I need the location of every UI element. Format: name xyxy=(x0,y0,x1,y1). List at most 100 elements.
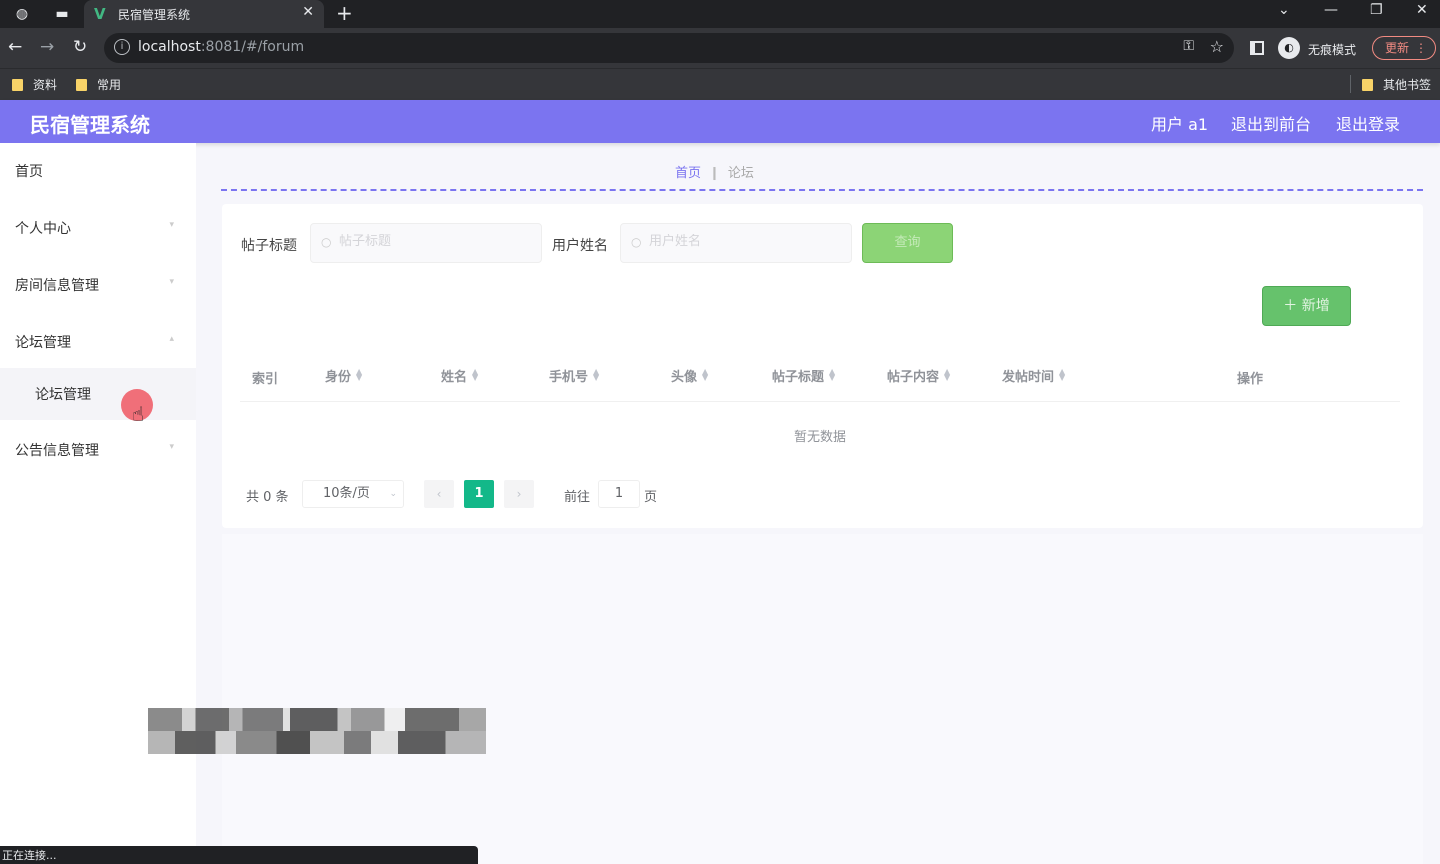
folder-icon xyxy=(1362,79,1373,91)
chevron-up-icon: ▴ xyxy=(169,334,174,344)
user-name: 用户 a1 xyxy=(1151,115,1209,134)
title-label: 帖子标题 xyxy=(241,238,297,254)
hand-cursor-icon: ☝ xyxy=(132,402,145,426)
bookmark-folder[interactable]: 资料 xyxy=(12,76,57,93)
column-header-sortable[interactable]: 姓名 ▲ ▼ xyxy=(441,366,479,386)
goto-label: 前往 xyxy=(564,490,591,505)
other-bookmarks[interactable]: 其他书签 xyxy=(1362,76,1431,93)
sidebar-item-label: 公告信息管理 xyxy=(15,443,99,459)
sidebar-item-notices[interactable]: 公告信息管理 ▾ xyxy=(0,422,196,478)
prev-page-button[interactable]: ‹ xyxy=(424,480,454,508)
mosaic-watermark xyxy=(148,708,486,754)
goto-page-input[interactable]: 1 xyxy=(598,480,640,508)
more-icon: ⋮ xyxy=(1415,41,1427,55)
chevron-down-icon: ▾ xyxy=(169,442,174,452)
column-header-sortable[interactable]: 帖子内容 ▲ ▼ xyxy=(887,366,951,386)
window-close-icon[interactable]: ✕ xyxy=(1416,2,1428,18)
update-label: 更新 xyxy=(1385,41,1410,55)
column-header-sortable[interactable]: 身份 ▲ ▼ xyxy=(325,366,362,386)
incognito-label: 无痕模式 xyxy=(1308,43,1357,57)
column-header-sortable[interactable]: 头像 ▲ ▼ xyxy=(671,366,709,386)
chevron-down-icon: ▾ xyxy=(169,220,174,230)
search-icon: ○ xyxy=(321,235,332,249)
page-number-active[interactable]: 1 xyxy=(464,480,494,508)
star-icon[interactable]: ☆ xyxy=(1210,37,1224,56)
info-icon[interactable]: i xyxy=(114,39,130,55)
sidebar-subitem-forum[interactable]: 论坛管理 xyxy=(0,368,196,420)
user-search-field[interactable]: ○ xyxy=(620,223,852,263)
sidebar-item-label: 房间信息管理 xyxy=(15,278,99,294)
logout-link[interactable]: 退出登录 xyxy=(1336,111,1400,135)
url-text: localhost:8081/#/forum xyxy=(138,39,305,55)
plus-icon: ＋ xyxy=(1283,298,1302,314)
update-button[interactable]: 更新 ⋮ xyxy=(1372,36,1436,60)
divider xyxy=(221,189,1423,191)
bookmarks-bar: 资料 常用 其他书签 xyxy=(0,68,1440,100)
address-bar[interactable]: i localhost:8081/#/forum ⚿ ☆ xyxy=(104,33,1234,63)
side-panel-icon[interactable] xyxy=(1250,41,1264,55)
title-search-input[interactable] xyxy=(339,234,529,249)
sort-icon: ▲ ▼ xyxy=(472,367,479,382)
sidebar: 首页 个人中心 ▾ 房间信息管理 ▾ 论坛管理 ▴ 论坛管理 公告信息管理 ▾ xyxy=(0,143,196,864)
divider xyxy=(1350,75,1351,93)
user-label: 用户姓名 xyxy=(552,238,608,254)
page-size-value: 10条/页 xyxy=(323,486,370,501)
chevron-down-icon[interactable]: ⌄ xyxy=(1278,2,1290,18)
empty-text: 暂无数据 xyxy=(794,430,847,445)
back-to-front-link[interactable]: 退出到前台 xyxy=(1231,111,1311,135)
bookmark-folder[interactable]: 常用 xyxy=(76,76,121,93)
add-button[interactable]: ＋ 新增 xyxy=(1262,286,1351,326)
column-header: 操作 xyxy=(1237,372,1264,387)
reload-icon[interactable]: ↻ xyxy=(73,37,87,57)
column-header: 索引 xyxy=(252,372,279,387)
next-page-button[interactable]: › xyxy=(504,480,534,508)
breadcrumb: 首页 ❙ 论坛 xyxy=(675,162,754,181)
restore-icon[interactable]: ❐ xyxy=(1370,2,1383,18)
column-header-sortable[interactable]: 发帖时间 ▲ ▼ xyxy=(1002,366,1065,386)
total-count: 共 0 条 xyxy=(246,490,289,505)
sidebar-item-label: 论坛管理 xyxy=(15,335,71,351)
forward-arrow-icon[interactable]: → xyxy=(40,37,54,57)
sidebar-item-home[interactable]: 首页 xyxy=(0,143,196,199)
sidebar-subitem-label: 论坛管理 xyxy=(35,387,91,403)
faded-background-panel xyxy=(222,534,1423,864)
close-icon[interactable]: ✕ xyxy=(302,4,314,20)
column-header-sortable[interactable]: 手机号 ▲ ▼ xyxy=(549,366,599,386)
page-size-select[interactable]: 10条/页 ⌄ xyxy=(302,480,404,508)
table-header: 索引 身份 ▲ ▼ 姓名 ▲ ▼ 手机号 ▲ ▼ 头像 ▲ ▼ 帖子标题 ▲ ▼ 帖子内容 ▲ ▼ 发帖… xyxy=(240,344,1400,402)
globe-icon[interactable]: ◍ xyxy=(12,4,32,24)
sort-icon: ▲ ▼ xyxy=(829,367,836,382)
sort-icon: ▲ ▼ xyxy=(944,367,951,382)
user-search-input[interactable] xyxy=(649,234,839,249)
chevron-down-icon: ⌄ xyxy=(389,489,397,499)
table-empty: 暂无数据 xyxy=(240,402,1400,466)
status-bar: 正在连接... xyxy=(0,846,478,864)
sidebar-item-label: 个人中心 xyxy=(15,221,71,237)
minimize-icon[interactable]: — xyxy=(1324,2,1338,18)
vue-logo-icon: V xyxy=(94,5,106,23)
browser-tab[interactable]: V 民宿管理系统 ✕ xyxy=(84,0,324,28)
tab-search-icon[interactable]: ▬ xyxy=(52,4,72,24)
folder-icon xyxy=(76,79,87,91)
sidebar-item-profile[interactable]: 个人中心 ▾ xyxy=(0,200,196,256)
breadcrumb-home[interactable]: 首页 xyxy=(675,166,701,181)
back-arrow-icon[interactable]: ← xyxy=(8,37,22,57)
column-header-sortable[interactable]: 帖子标题 ▲ ▼ xyxy=(772,366,836,386)
content-card: 帖子标题 ○ 用户姓名 ○ 查询 ＋ 新增 索引 身份▲▼ 姓名▲▼ 手机号▲▼… xyxy=(222,204,1423,528)
app-header: 民宿管理系统 用户 a1 退出到前台 退出登录 xyxy=(0,100,1440,143)
breadcrumb-separator-icon: ❙ xyxy=(709,166,720,181)
new-tab-button[interactable]: + xyxy=(336,1,353,25)
title-search-field[interactable]: ○ xyxy=(310,223,542,263)
add-label: 新增 xyxy=(1301,298,1330,314)
page-suffix: 页 xyxy=(644,490,658,505)
sidebar-item-label: 首页 xyxy=(15,164,43,180)
incognito-icon[interactable]: ◐ xyxy=(1278,37,1300,59)
browser-tabbar: ◍ ▬ V 民宿管理系统 ✕ + ⌄ — ❐ ✕ xyxy=(0,0,1440,28)
query-button[interactable]: 查询 xyxy=(862,223,953,263)
sort-icon: ▲ ▼ xyxy=(702,367,709,382)
sidebar-item-rooms[interactable]: 房间信息管理 ▾ xyxy=(0,257,196,313)
key-icon[interactable]: ⚿ xyxy=(1183,38,1194,54)
sidebar-item-forum[interactable]: 论坛管理 ▴ xyxy=(0,314,196,370)
browser-toolbar: ← → ↻ i localhost:8081/#/forum ⚿ ☆ ◐ 无痕模… xyxy=(0,28,1440,68)
folder-icon xyxy=(12,79,23,91)
